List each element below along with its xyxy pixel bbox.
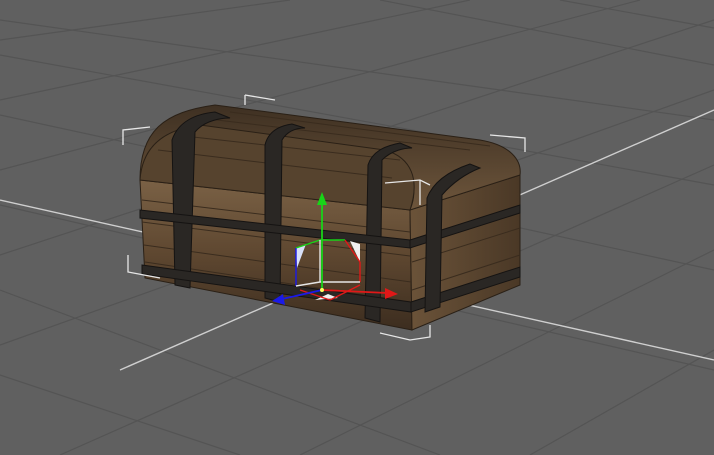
viewport-canvas[interactable] xyxy=(0,0,714,455)
3d-viewport[interactable] xyxy=(0,0,714,455)
gizmo-origin[interactable] xyxy=(320,288,324,292)
